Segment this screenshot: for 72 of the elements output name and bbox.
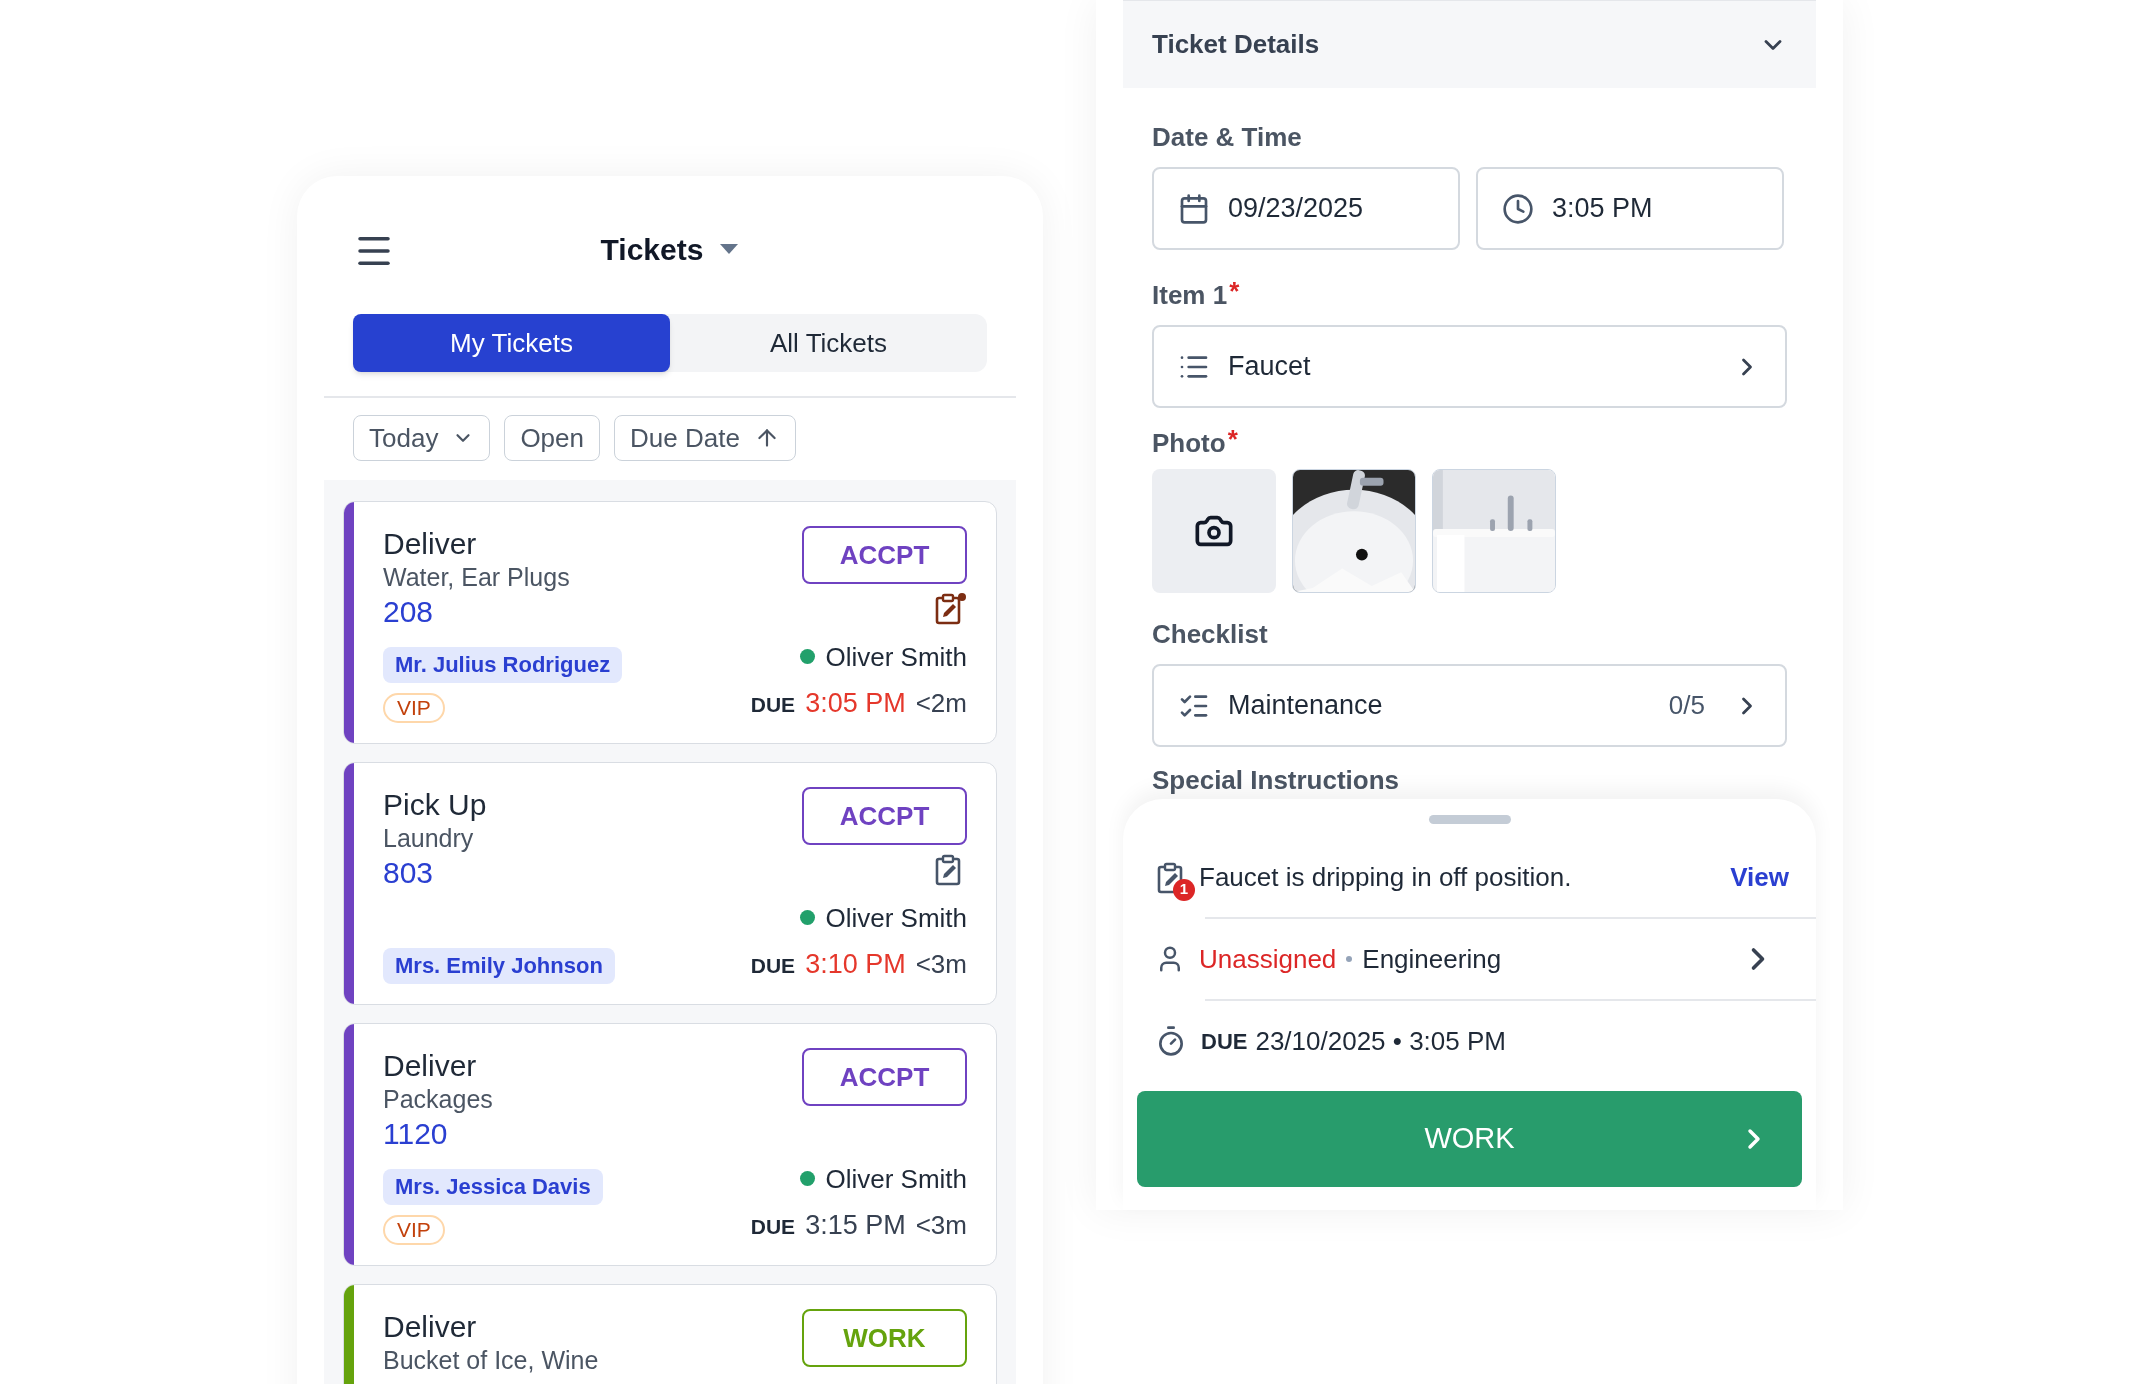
due-label: DUE (1201, 1027, 1248, 1056)
vip-badge: VIP (383, 1215, 445, 1245)
time-field[interactable]: 3:05 PM (1476, 167, 1784, 250)
due-label: DUE (750, 952, 796, 979)
ticket-items: Laundry (383, 823, 474, 853)
item-field[interactable]: Faucet (1152, 325, 1787, 408)
filter-chip[interactable]: Due Date (614, 415, 796, 461)
ticket-items: Packages (383, 1084, 493, 1114)
assignee-name: Oliver Smith (825, 901, 967, 934)
action-button[interactable]: ACCPT (802, 1048, 967, 1106)
action-button[interactable]: ACCPT (802, 787, 967, 845)
ticket-action: Deliver (383, 526, 477, 562)
checklist-count: 0/5 (1668, 689, 1705, 722)
guest-name: Mrs. Emily Johnson (383, 948, 615, 984)
room-number: 803 (383, 855, 434, 891)
action-button[interactable]: ACCPT (802, 526, 967, 584)
tab[interactable]: My Tickets (353, 314, 670, 372)
due-time: 3:05 PM (805, 686, 906, 720)
filter-chip[interactable]: Today (353, 415, 491, 461)
date-value: 09/23/2025 (1228, 192, 1364, 226)
drag-handle[interactable] (1428, 815, 1511, 824)
section-title: Ticket Details (1152, 28, 1320, 61)
caret-down-icon[interactable] (719, 243, 740, 255)
time-remaining: <2m (915, 686, 967, 720)
ticket-items: Water, Ear Plugs (383, 562, 570, 592)
vip-badge: VIP (383, 693, 445, 723)
time-value: 3:05 PM (1552, 192, 1653, 226)
guest-name: Mrs. Jessica Davis (383, 1169, 603, 1205)
ticket-items: Bucket of Ice, Wine (383, 1345, 599, 1375)
tab[interactable]: All Tickets (670, 314, 987, 372)
filter-chip[interactable]: Open (504, 415, 600, 461)
date-field[interactable]: 09/23/2025 (1152, 167, 1460, 250)
due-time: 3:10 PM (805, 947, 906, 981)
ticket-action: Deliver (383, 1309, 477, 1345)
field-label: Date & Time (1152, 121, 1303, 154)
item-value: Faucet (1228, 350, 1312, 384)
assignee-name: Oliver Smith (825, 640, 967, 673)
assignee-name: Oliver Smith (825, 1162, 967, 1195)
field-label: Checklist (1152, 618, 1269, 651)
ticket-action: Deliver (383, 1048, 477, 1084)
field-label: Special Instructions (1152, 765, 1401, 795)
room-number: 1120 (383, 1116, 448, 1152)
ticket-card[interactable]: Deliver Bucket of Ice, Wine WORK (343, 1284, 997, 1384)
room-number: 208 (383, 594, 434, 630)
checklist-value: Maintenance (1228, 689, 1384, 723)
assignment-status: Unassigned (1199, 942, 1337, 976)
due-label: DUE (750, 1213, 796, 1240)
instruction-text: Faucet is dripping in off position. (1199, 861, 1573, 894)
notification-badge: 1 (1173, 878, 1195, 901)
due-date: 23/10/2025 • 3:05 PM (1255, 1024, 1506, 1058)
due-label: DUE (750, 691, 796, 718)
add-photo-button[interactable] (1152, 469, 1276, 593)
ticket-card[interactable]: Pick Up Laundry 803 Mrs. Emily Johnson ACCPT Oliver Smith DUE 3:10 PM <3m (343, 762, 997, 1005)
ticket-card[interactable]: Deliver Water, Ear Plugs 208 Mr. Julius Rodriguez VIP ACCPT Oliver Smith DUE 3:05 PM <2m (343, 501, 997, 744)
department: Engineering (1362, 942, 1503, 976)
assignment-row[interactable]: Unassigned Engineering (1123, 919, 1816, 999)
required-asterisk: * (1229, 276, 1240, 306)
due-time: 3:15 PM (805, 1208, 906, 1242)
screen-title[interactable]: Tickets (600, 226, 704, 272)
time-remaining: <3m (915, 947, 967, 981)
ticket-action: Pick Up (383, 787, 487, 823)
calendar-icon (1178, 192, 1210, 225)
time-remaining: <3m (915, 1208, 967, 1242)
field-label: Item 1 (1152, 279, 1228, 312)
view-link[interactable]: View (1730, 858, 1789, 897)
clock-icon (1502, 192, 1534, 225)
guest-name: Mr. Julius Rodriguez (383, 647, 623, 683)
checklist-field[interactable]: Maintenance 0/5 (1152, 664, 1787, 747)
field-label: Photo (1152, 427, 1226, 460)
ticket-card[interactable]: Deliver Packages 1120 Mrs. Jessica Davis VIP ACCPT Oliver Smith DUE 3:15 PM <3m (343, 1023, 997, 1266)
details-header[interactable]: Ticket Details (1123, 0, 1816, 88)
required-asterisk: * (1227, 424, 1238, 454)
